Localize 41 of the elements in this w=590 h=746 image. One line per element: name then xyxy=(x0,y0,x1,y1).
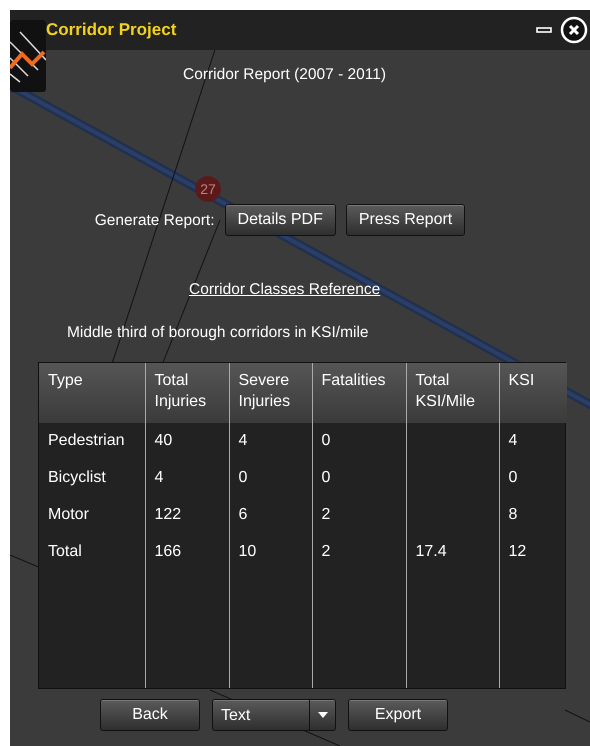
window-title: Corridor Project xyxy=(46,19,176,42)
description-text: Middle third of borough corridors in KSI/mile xyxy=(67,322,370,342)
table-cell: 4 xyxy=(229,422,312,460)
table-cell: 40 xyxy=(145,422,229,460)
minimize-icon[interactable] xyxy=(536,27,552,33)
column-header: Fatalities xyxy=(312,362,406,423)
table-cell: Bicyclist xyxy=(39,460,145,497)
table-cell: 0 xyxy=(312,460,406,497)
table-cell: 122 xyxy=(145,496,229,534)
table-cell: 8 xyxy=(499,496,567,534)
reference-link[interactable]: Corridor Classes Reference xyxy=(189,278,380,302)
export-button[interactable]: Export xyxy=(348,698,448,731)
table-cell: 2 xyxy=(312,534,406,571)
table-cell: 17.4 xyxy=(406,534,499,571)
table-cell: 12 xyxy=(499,534,567,571)
format-dropdown[interactable]: Text xyxy=(212,698,336,731)
table-cell: 166 xyxy=(145,534,229,571)
table-cell: 6 xyxy=(229,496,312,534)
report-title: Corridor Report (2007 - 2011) xyxy=(183,65,386,85)
table-cell: Pedestrian xyxy=(39,422,145,460)
column-header: Total Injuries xyxy=(145,362,229,423)
column-header: Type xyxy=(39,362,145,423)
column-header: KSI xyxy=(499,362,567,423)
back-button[interactable]: Back xyxy=(100,698,200,731)
column-header: Total KSI/Mile xyxy=(406,362,499,423)
table-cell: 10 xyxy=(229,534,312,571)
table-cell: 4 xyxy=(145,460,229,497)
logo-icon xyxy=(10,20,46,92)
generate-label: Generate Report: xyxy=(94,210,215,231)
table-cell: Motor xyxy=(39,496,145,534)
report-button[interactable]: Details PDF xyxy=(224,204,336,236)
caret-icon xyxy=(318,712,328,718)
report-button[interactable]: Press Report xyxy=(346,204,466,236)
table-cell: Total xyxy=(39,534,145,571)
table-cell: 4 xyxy=(499,422,567,460)
column-header: Severe Injuries xyxy=(229,362,312,423)
table-cell: 0 xyxy=(312,422,406,460)
table-cell: 0 xyxy=(229,460,312,497)
close-icon[interactable] xyxy=(560,16,588,44)
table-cell: 0 xyxy=(499,460,567,497)
table-cell: 2 xyxy=(312,496,406,534)
